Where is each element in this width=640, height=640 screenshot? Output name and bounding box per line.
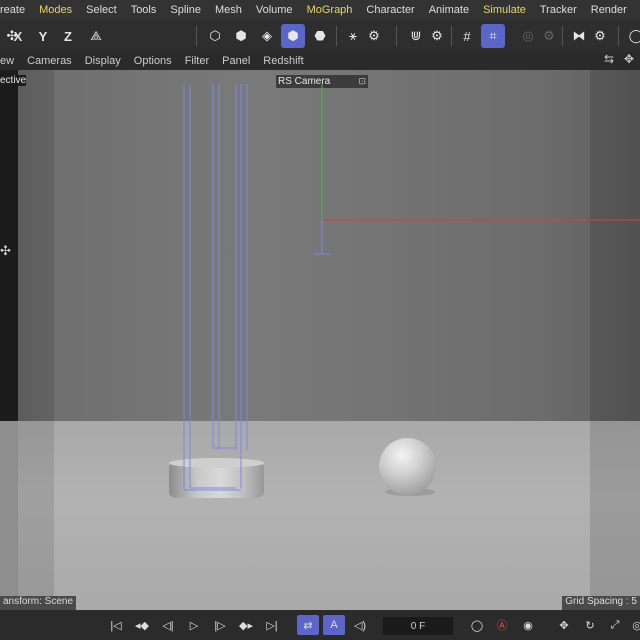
- viewport-solo-icon[interactable]: ◯: [624, 24, 640, 48]
- grid-snap-icon[interactable]: #: [455, 24, 479, 48]
- viewport-menu-display[interactable]: Display: [85, 55, 121, 67]
- scale-key-icon[interactable]: ⤢: [604, 615, 626, 635]
- soft-selection-gear-icon[interactable]: ⚙: [537, 24, 561, 48]
- model-mode-icon[interactable]: ⬢: [281, 24, 305, 48]
- workplane-snap-icon[interactable]: ⌗: [481, 24, 505, 48]
- menu-item-reate[interactable]: reate: [0, 4, 25, 16]
- go-to-start-icon[interactable]: |◁: [105, 615, 127, 635]
- timeline-bar: |◁ ◂◆ ◁| ▷ |▷ ◆▸ ▷| ⇄ A ◁) 0 F ◯ Ⓐ ◉ ✥ ↻…: [0, 610, 640, 640]
- axis-x-toggle[interactable]: X: [7, 24, 29, 48]
- viewport-menu-cameras[interactable]: Cameras: [27, 55, 72, 67]
- toolbar-separator: [562, 26, 563, 46]
- menu-item-render[interactable]: Render: [591, 4, 627, 16]
- viewport-overlay-wires: [183, 84, 640, 491]
- record-mode-icon[interactable]: ◯: [466, 615, 488, 635]
- polygons-mode-icon[interactable]: ◈: [255, 24, 279, 48]
- menu-item-mesh[interactable]: Mesh: [215, 4, 242, 16]
- next-frame-icon[interactable]: |▷: [209, 615, 231, 635]
- viewport-pan-icon[interactable]: ✥: [624, 52, 634, 66]
- menu-item-modes[interactable]: Modes: [39, 4, 72, 16]
- viewport-menu-panel[interactable]: Panel: [222, 55, 250, 67]
- param-key-icon[interactable]: ◎: [626, 615, 640, 635]
- sound-icon[interactable]: ◁): [349, 615, 371, 635]
- previous-key-icon[interactable]: ◂◆: [131, 615, 153, 635]
- rotate-key-icon[interactable]: ↻: [579, 615, 601, 635]
- menu-item-select[interactable]: Select: [86, 4, 117, 16]
- viewport-menu-filter[interactable]: Filter: [185, 55, 209, 67]
- viewport-lock-icon[interactable]: ⇆: [604, 52, 614, 66]
- uv-mode-icon[interactable]: ⬣: [308, 24, 332, 48]
- toolbar-separator: [396, 26, 397, 46]
- menu-item-tracker[interactable]: Tracker: [540, 4, 577, 16]
- status-transform: ansform: Scene: [0, 596, 77, 610]
- current-frame-field[interactable]: 0 F: [383, 617, 453, 635]
- menu-item-simulate[interactable]: Simulate: [483, 4, 526, 16]
- previous-frame-icon[interactable]: ◁|: [157, 615, 179, 635]
- status-grid-spacing: Grid Spacing : 5: [562, 596, 640, 610]
- toolbar-separator: [618, 26, 619, 46]
- 3d-viewport[interactable]: ective ✣ RS Camera ⊡: [0, 70, 640, 610]
- go-to-end-icon[interactable]: ▷|: [261, 615, 283, 635]
- toolbar-separator: [336, 26, 337, 46]
- autokey-icon[interactable]: A: [323, 615, 345, 635]
- next-key-icon[interactable]: ◆▸: [235, 615, 257, 635]
- move-key-icon[interactable]: ✥: [553, 615, 575, 635]
- axis-z-toggle[interactable]: Z: [57, 24, 79, 48]
- main-toolbar: ✣ X Y Z ⟁ ⬡ ⬢ ◈ ⬢ ⬣ ⚹ ⚙ ⋓ ⚙ # ⌗ ◎ ⚙ ⧓ ⚙ …: [0, 20, 640, 52]
- points-mode-icon[interactable]: ⬡: [203, 24, 227, 48]
- viewport-menu-options[interactable]: Options: [134, 55, 172, 67]
- loop-icon[interactable]: ⇄: [297, 615, 319, 635]
- toolbar-separator: [451, 26, 452, 46]
- main-menubar: reate Modes Select Tools Spline Mesh Volume MoG…: [0, 0, 640, 20]
- viewport-menu-ew[interactable]: ew: [0, 55, 14, 67]
- menu-item-tools[interactable]: Tools: [131, 4, 157, 16]
- toolbar-separator: [196, 26, 197, 46]
- play-icon[interactable]: ▷: [183, 615, 205, 635]
- axis-y-toggle[interactable]: Y: [32, 24, 54, 48]
- menu-item-mograph[interactable]: MoGraph: [307, 4, 353, 16]
- autokey-record-icon[interactable]: Ⓐ: [491, 615, 513, 635]
- coordinate-system-icon[interactable]: ⟁: [84, 24, 108, 48]
- menu-item-animate[interactable]: Animate: [429, 4, 469, 16]
- viewport-menubar: ew Cameras Display Options Filter Panel Redshi…: [0, 52, 640, 70]
- viewport-menu-redshift[interactable]: Redshift: [263, 55, 303, 67]
- symmetry-gear-icon[interactable]: ⚙: [588, 24, 612, 48]
- menu-item-spline[interactable]: Spline: [170, 4, 201, 16]
- menu-item-character[interactable]: Character: [366, 4, 414, 16]
- edges-mode-icon[interactable]: ⬢: [229, 24, 253, 48]
- magnet-settings-gear-icon[interactable]: ⚙: [425, 24, 449, 48]
- snap-settings-gear-icon[interactable]: ⚙: [362, 24, 386, 48]
- menu-item-volume[interactable]: Volume: [256, 4, 293, 16]
- keyframe-settings-icon[interactable]: ◉: [517, 615, 539, 635]
